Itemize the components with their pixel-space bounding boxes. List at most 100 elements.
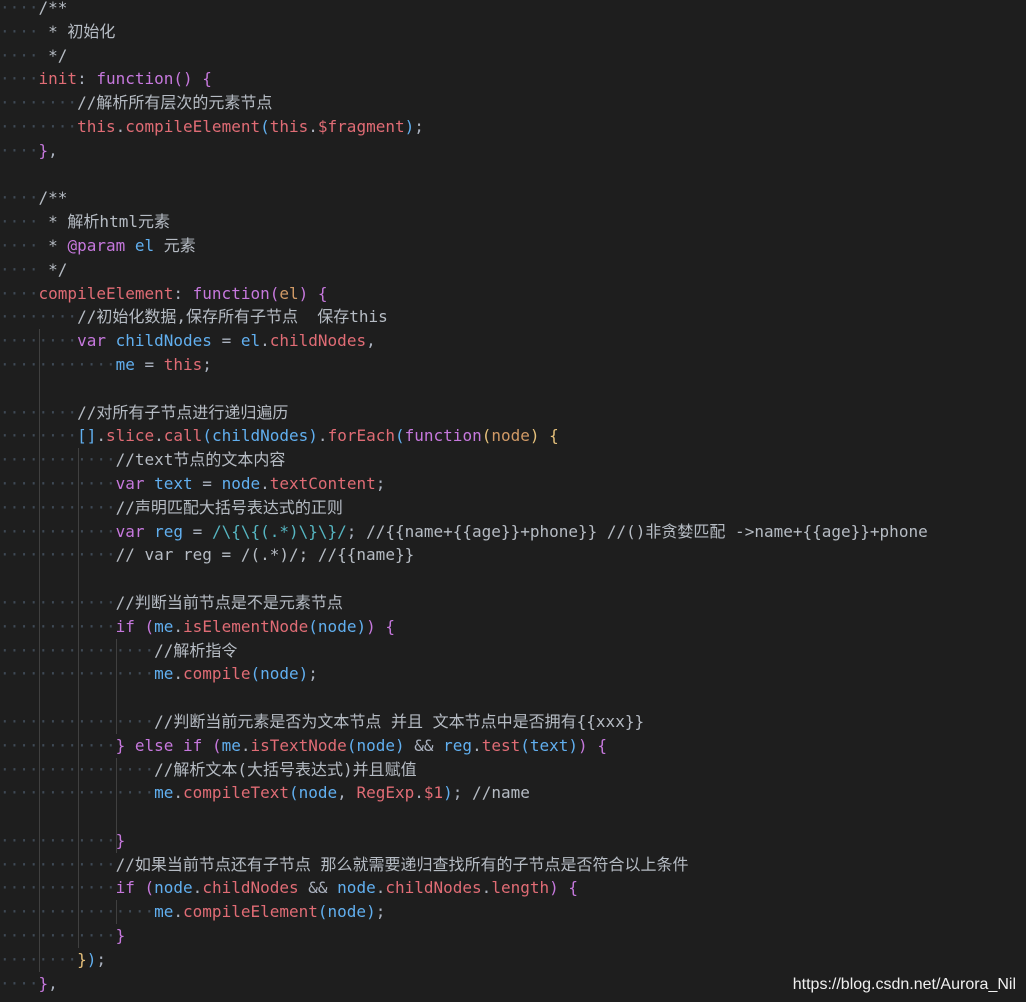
code-token: ( [289, 783, 299, 803]
code-token: . [308, 116, 318, 136]
code-token: childNodes [269, 331, 367, 351]
code-line: ···· */ [0, 258, 1026, 282]
code-token: : [173, 283, 193, 303]
code-token: init [38, 69, 78, 89]
code-token: // var reg = /(.*)/; //{{name}} [115, 545, 415, 565]
indent-guide-line [116, 757, 118, 853]
code-token: . [317, 426, 328, 446]
code-token: this [269, 116, 309, 136]
code-token: function [96, 69, 174, 89]
code-token: . [154, 426, 164, 446]
code-token: function [404, 426, 482, 446]
code-token: { [202, 69, 212, 89]
code-token: childNodes [385, 878, 482, 898]
code-token: && [404, 735, 444, 755]
code-token: var [115, 521, 145, 541]
indent-guide: ············ [0, 354, 116, 374]
code-token: me [154, 902, 174, 922]
code-token: forEach [327, 426, 395, 446]
indent-guide: ············ [0, 450, 116, 470]
code-token: . [375, 878, 386, 898]
code-token: if [115, 616, 135, 636]
watermark: https://blog.csdn.net/Aurora_Nil [792, 976, 1016, 993]
code-line: ········var childNodes = el.childNodes, [0, 329, 1026, 353]
code-line: ················//解析文本(大括号表达式)并且赋值 [0, 758, 1026, 782]
code-token: ( [269, 283, 280, 303]
code-token: ) [298, 664, 309, 684]
code-token: ( [202, 426, 212, 446]
code-token: ) [366, 902, 376, 922]
code-token: node [154, 878, 193, 898]
code-token: */ [38, 45, 68, 65]
code-token: me [221, 735, 241, 755]
code-token: node [260, 664, 299, 684]
code-token: //text节点的文本内容 [115, 450, 286, 470]
code-token: isElementNode [183, 616, 309, 636]
code-token: { [549, 426, 559, 446]
indent-guide: ···· [0, 283, 39, 303]
code-token: ( [395, 426, 405, 446]
code-token: ) [86, 949, 97, 969]
indent-guide: ············ [0, 926, 116, 946]
code-token: textContent [269, 473, 376, 493]
code-token: 元素 [154, 235, 196, 255]
code-token: me [154, 783, 174, 803]
indent-guide: ···· [0, 140, 39, 160]
indent-guide: ···· [0, 259, 39, 279]
code-token: } [77, 949, 87, 969]
code-token: childNodes [105, 331, 212, 351]
code-token: @param [67, 235, 126, 255]
code-token: . [173, 902, 184, 922]
indent-guide: ···· [0, 212, 39, 232]
code-token: el [279, 283, 299, 303]
code-line: ············//判断当前节点是不是元素节点 [0, 591, 1026, 615]
code-token: ( [211, 735, 222, 755]
indent-guide: ············ [0, 735, 116, 755]
indent-guide: ········ [0, 307, 78, 327]
code-token: ) [578, 735, 588, 755]
code-token: node [221, 473, 261, 493]
code-line: ········}); [0, 948, 1026, 972]
code-line: ···· * 解析html元素 [0, 210, 1026, 234]
code-token: . [173, 616, 184, 636]
code-token: //解析所有层次的元素节点 [77, 93, 273, 113]
code-lines[interactable]: ····/** ···· * 初始化 ···· */····init: functi… [0, 0, 1026, 995]
code-token: ( [308, 616, 318, 636]
code-token: ; [375, 473, 386, 493]
code-token: /\{\{(.*)\}\}/ [211, 521, 347, 541]
indent-guide: ···· [0, 188, 39, 208]
code-token: text [529, 735, 569, 755]
code-line: ············// var reg = /(.*)/; //{{nam… [0, 543, 1026, 567]
code-token: slice [105, 426, 155, 446]
indent-guide-line [39, 329, 41, 972]
code-token: node [337, 878, 376, 898]
code-token: $fragment [317, 116, 405, 136]
code-token: ; [202, 354, 212, 374]
code-editor[interactable]: ····/** ···· * 初始化 ···· */····init: functi… [0, 0, 1026, 1002]
code-token: ) [404, 116, 415, 136]
code-token: { [385, 616, 396, 636]
code-line: ············//声明匹配大括号表达式的正则 [0, 496, 1026, 520]
code-token: me [115, 354, 135, 374]
code-token: me [154, 664, 174, 684]
code-token: el [125, 235, 155, 255]
code-line: ············var text = node.textContent; [0, 472, 1026, 496]
code-token: //初始化数据,保存所有子节点 保存this [77, 307, 388, 327]
code-line: ···· * @param el 元素 [0, 234, 1026, 258]
code-token: ( [144, 878, 155, 898]
indent-guide: ············ [0, 854, 116, 874]
indent-guide-line [116, 900, 118, 925]
code-token: = [183, 521, 212, 541]
code-token: . [472, 735, 482, 755]
code-token: . [260, 331, 270, 351]
code-token: : [77, 69, 97, 89]
code-token: reg [144, 521, 184, 541]
